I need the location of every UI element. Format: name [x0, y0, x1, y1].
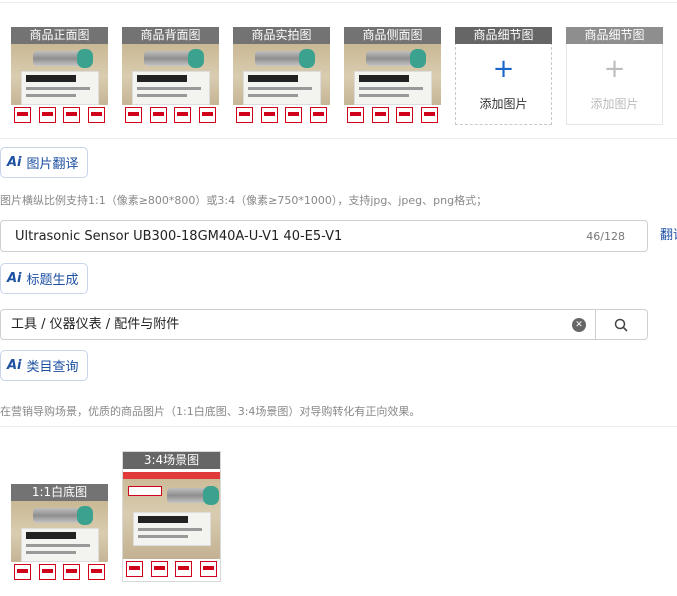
image-format-hint: 图片横纵比例支持1:1（像素≥800*800）或3:4（像素≥750*1000）…: [0, 194, 488, 207]
title-input[interactable]: Ultrasonic Sensor UB300-18GM40A-U-V1 40-…: [0, 220, 648, 252]
product-image-front[interactable]: 商品正面图: [11, 27, 108, 125]
white-background-image[interactable]: 1:1白底图: [11, 484, 108, 582]
guide-image-hint: 在营销导购场景，优质的商品图片（1:1白底图、3:4场景图）对导购转化有正向效果…: [0, 405, 421, 418]
product-photo: [11, 501, 108, 582]
image-caption: 商品侧面图: [344, 27, 441, 44]
button-label: 图片翻译: [26, 157, 79, 172]
add-detail-image-button-disabled: 商品细节图 + 添加图片: [566, 27, 663, 125]
add-image-label: 添加图片: [479, 97, 528, 111]
image-caption: 商品正面图: [11, 27, 108, 44]
category-query-button[interactable]: Ai 类目查询: [0, 350, 88, 381]
add-image-label: 添加图片: [590, 97, 639, 111]
image-translate-button[interactable]: Ai 图片翻译: [0, 147, 88, 178]
ai-icon: Ai: [7, 271, 22, 286]
scene-image[interactable]: 3:4场景图: [122, 451, 221, 582]
plus-icon: +: [603, 54, 626, 84]
char-counter: 46/128: [586, 230, 625, 243]
product-image-side[interactable]: 商品侧面图: [344, 27, 441, 125]
clear-icon[interactable]: ✕: [572, 318, 586, 332]
image-caption: 商品细节图: [455, 27, 552, 44]
section-divider: [0, 426, 677, 427]
image-caption: 3:4场景图: [123, 452, 220, 469]
image-caption: 商品背面图: [122, 27, 219, 44]
title-value: Ultrasonic Sensor UB300-18GM40A-U-V1 40-…: [15, 229, 343, 244]
title-generate-button[interactable]: Ai 标题生成: [0, 263, 88, 294]
product-photo: [344, 44, 441, 125]
product-photo: [11, 44, 108, 125]
top-divider: [0, 2, 677, 3]
search-icon: [614, 318, 628, 332]
product-image-back[interactable]: 商品背面图: [122, 27, 219, 125]
product-photo: [233, 44, 330, 125]
category-search-button[interactable]: [595, 309, 648, 340]
category-value: 工具 / 仪器仪表 / 配件与附件: [11, 317, 180, 332]
image-caption: 1:1白底图: [11, 484, 108, 501]
ai-icon: Ai: [7, 358, 22, 373]
category-input[interactable]: 工具 / 仪器仪表 / 配件与附件 ✕: [0, 309, 596, 340]
product-image-real[interactable]: 商品实拍图: [233, 27, 330, 125]
image-caption: 商品细节图: [566, 27, 663, 44]
ai-icon: Ai: [7, 155, 22, 170]
add-detail-image-button[interactable]: 商品细节图 + 添加图片: [455, 27, 552, 125]
section-divider: [0, 138, 677, 139]
image-caption: 商品实拍图: [233, 27, 330, 44]
product-photo: [123, 472, 220, 579]
button-label: 标题生成: [26, 273, 79, 288]
button-label: 类目查询: [26, 360, 79, 375]
product-photo: [122, 44, 219, 125]
plus-icon: +: [492, 54, 515, 84]
translate-link[interactable]: 翻译: [660, 220, 677, 252]
